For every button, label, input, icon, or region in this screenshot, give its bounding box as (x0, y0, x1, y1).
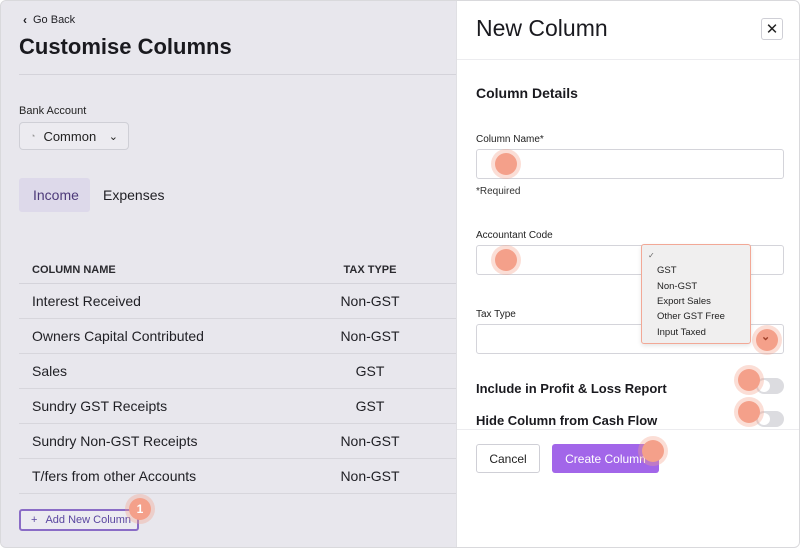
table-header: COLUMN NAME TAX TYPE (19, 257, 456, 284)
row-tax: GST (355, 363, 385, 379)
bank-account-select[interactable]: ◔ Common ⌄ (19, 122, 129, 150)
row-name: T/fers from other Accounts (32, 468, 197, 484)
hotspot-marker (642, 440, 664, 462)
include-pl-label: Include in Profit & Loss Report (476, 381, 667, 396)
bank-account-label: Bank Account (19, 105, 87, 117)
chevron-left-icon: ‹ (23, 13, 27, 27)
chevron-down-icon: ⌄ (761, 331, 771, 343)
row-name: Owners Capital Contributed (32, 328, 204, 344)
add-new-column-label: Add New Column (45, 514, 132, 526)
accountant-code-label: Accountant Code (476, 230, 553, 241)
chevron-down-icon: ⌄ (108, 130, 118, 143)
feed-icon: ◔ (30, 131, 36, 141)
close-icon: ✕ (765, 21, 779, 38)
table-row[interactable]: Sales GST (19, 354, 456, 389)
tax-type-dropdown: ✓ GST Non-GST Export Sales Other GST Fre… (641, 244, 751, 344)
table-row[interactable]: Sundry GST Receipts GST (19, 389, 456, 424)
tax-option[interactable]: Other GST Free (657, 311, 725, 322)
row-tax: GST (355, 398, 385, 414)
page-title: Customise Columns (19, 34, 232, 59)
customise-columns-page: ‹ Go Back Customise Columns Bank Account… (1, 1, 456, 547)
go-back-label: Go Back (33, 14, 76, 26)
close-button[interactable]: ✕ (761, 18, 783, 40)
tax-option[interactable]: Export Sales (657, 296, 711, 307)
table-row[interactable]: Owners Capital Contributed Non-GST (19, 319, 456, 354)
divider (19, 74, 456, 75)
header-tax-type: TAX TYPE (343, 264, 397, 276)
bank-account-value: Common (43, 128, 97, 144)
row-tax: Non-GST (340, 468, 400, 484)
row-name: Sales (32, 363, 68, 379)
cancel-button[interactable]: Cancel (476, 444, 540, 473)
column-name-label: Column Name* (476, 134, 544, 145)
header-column-name: COLUMN NAME (32, 264, 116, 276)
hotspot-marker (738, 401, 760, 423)
table-row[interactable]: Interest Received Non-GST (19, 284, 456, 319)
hotspot-marker (495, 249, 517, 271)
app-frame: ‹ Go Back Customise Columns Bank Account… (0, 0, 800, 548)
toggle-knob (758, 413, 770, 425)
hotspot-marker (738, 369, 760, 391)
include-pl-toggle[interactable] (756, 378, 784, 394)
hide-cash-flow-label: Hide Column from Cash Flow (476, 413, 658, 428)
row-tax: Non-GST (340, 328, 400, 344)
new-column-drawer: New Column ✕ Column Details Column Name*… (456, 1, 799, 547)
row-tax: Non-GST (340, 433, 400, 449)
section-heading: Column Details (476, 85, 578, 101)
table-row[interactable]: T/fers from other Accounts Non-GST (19, 459, 456, 494)
row-name: Sundry Non-GST Receipts (32, 433, 198, 449)
columns-table: COLUMN NAME TAX TYPE Interest Received N… (19, 257, 456, 494)
hotspot-marker (495, 153, 517, 175)
tax-type-label: Tax Type (476, 309, 516, 320)
table-row[interactable]: Sundry Non-GST Receipts Non-GST (19, 424, 456, 459)
go-back-link[interactable]: ‹ Go Back (23, 13, 75, 27)
divider (457, 429, 799, 430)
step-badge: 1 (129, 498, 151, 520)
check-icon: ✓ (648, 251, 655, 260)
plus-icon: + (31, 514, 38, 526)
divider (457, 59, 799, 60)
tax-option[interactable]: GST (657, 265, 677, 276)
hide-cash-flow-toggle[interactable] (756, 411, 784, 427)
column-name-input[interactable] (476, 149, 784, 179)
add-new-column-button[interactable]: + Add New Column (19, 509, 139, 531)
row-name: Sundry GST Receipts (32, 398, 168, 414)
required-hint: *Required (476, 186, 521, 197)
tab-expenses[interactable]: Expenses (89, 178, 178, 212)
row-tax: Non-GST (340, 293, 400, 309)
row-name: Interest Received (32, 293, 141, 309)
tax-option[interactable]: Non-GST (657, 281, 697, 292)
tab-income[interactable]: Income (19, 178, 90, 212)
tax-option[interactable]: Input Taxed (657, 327, 706, 338)
drawer-title: New Column (476, 15, 608, 41)
